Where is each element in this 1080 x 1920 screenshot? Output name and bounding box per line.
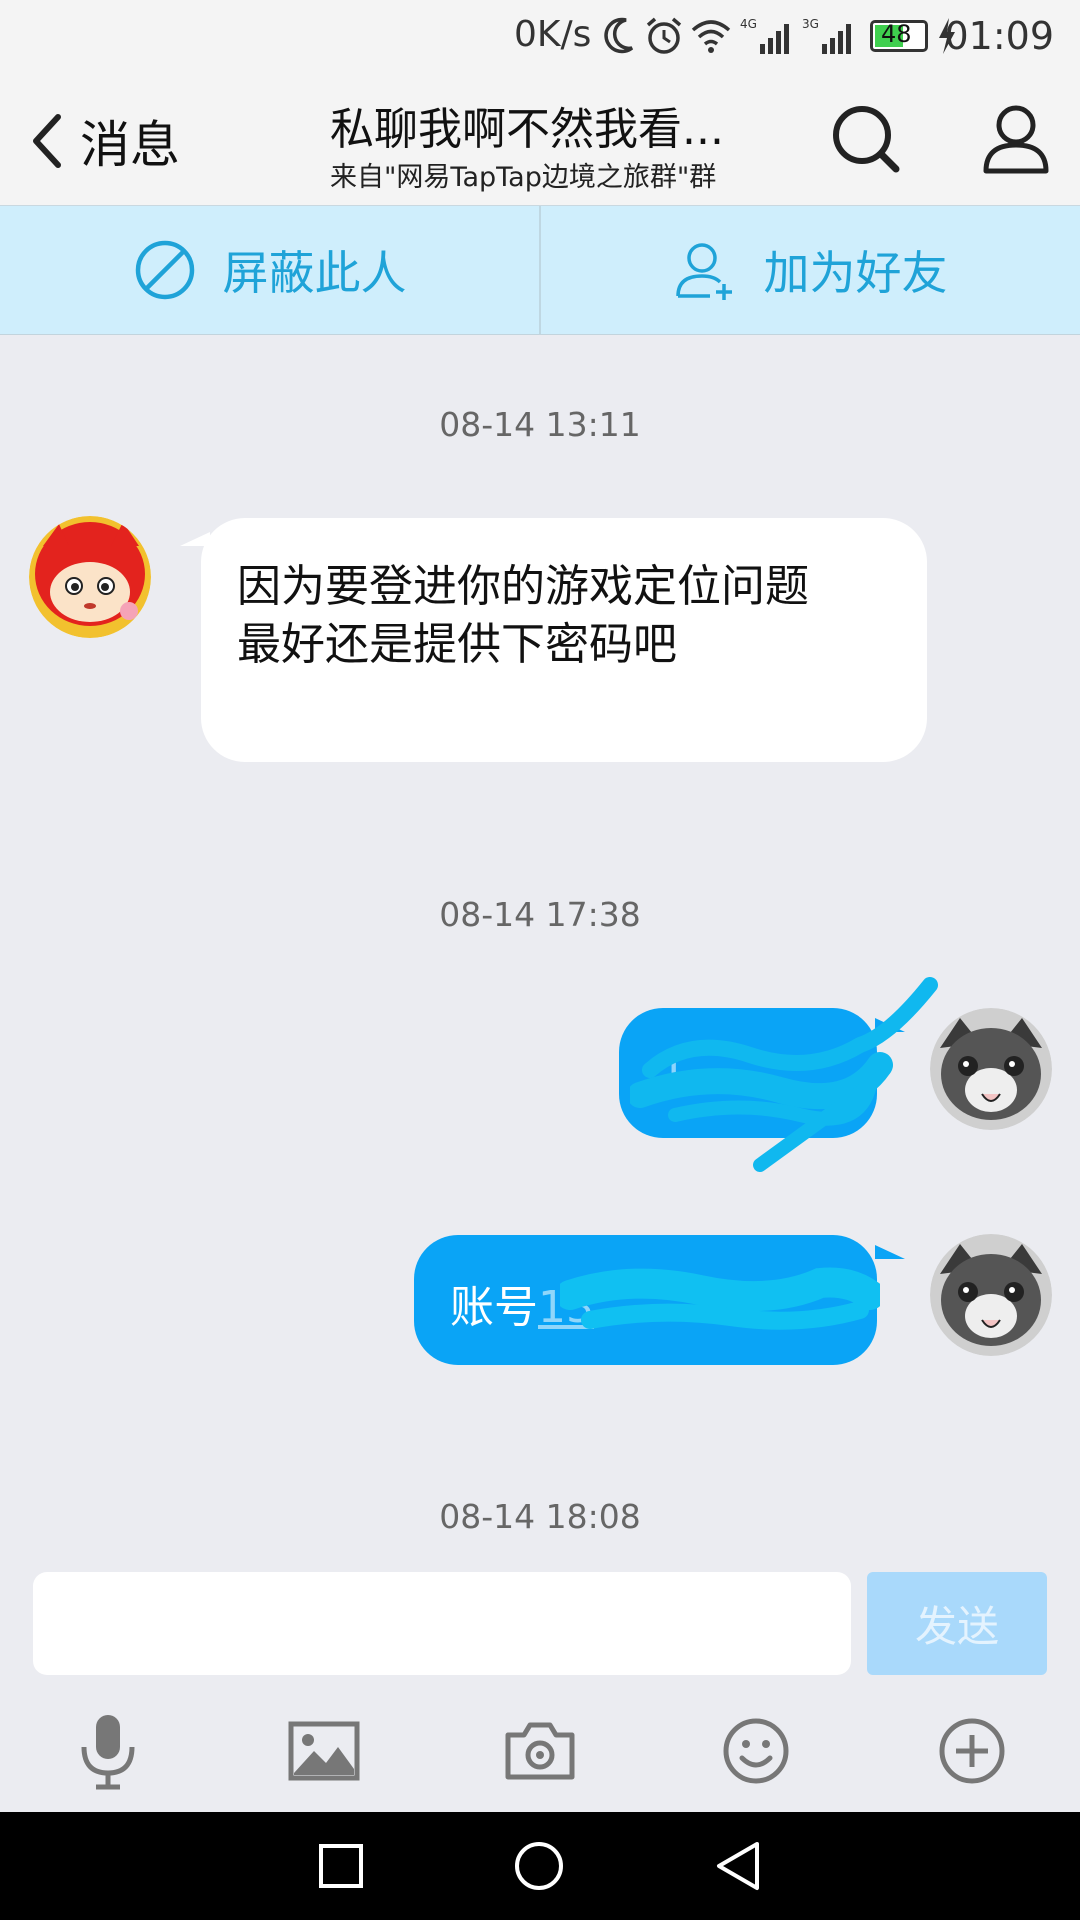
block-icon <box>135 240 194 300</box>
status-bar: 0K/s 4G 3G 48 01:09 <box>0 0 1080 75</box>
message-timestamp: 08-14 18:08 <box>439 1497 641 1536</box>
message-prefix: 账号 <box>450 1282 538 1333</box>
message-timestamp: 08-14 13:11 <box>439 405 641 444</box>
chat-title: 私聊我啊不然我看... <box>330 104 724 155</box>
title-bar: 消息 私聊我啊不然我看... 来自"网易TapTap边境之旅群"群 <box>0 75 1080 205</box>
camera-icon <box>505 1722 575 1780</box>
emoji-button[interactable] <box>648 1690 864 1812</box>
redaction-scribble <box>630 977 938 1172</box>
wifi-icon <box>691 20 731 53</box>
add-friend-icon <box>675 243 732 300</box>
redaction-scribble <box>560 1267 880 1330</box>
back-label: 消息 <box>80 116 180 174</box>
message-input[interactable] <box>33 1572 851 1675</box>
alarm-icon <box>646 17 682 54</box>
battery-level: 48 <box>881 20 912 48</box>
sender-avatar[interactable] <box>29 516 151 638</box>
clock: 01:09 <box>944 14 1054 58</box>
stranger-action-bar: 屏蔽此人 加为好友 <box>0 205 1080 335</box>
moon-icon <box>604 17 634 54</box>
signal-3g-icon: 3G <box>802 17 851 54</box>
plus-icon <box>939 1718 1005 1784</box>
block-user-label: 屏蔽此人 <box>222 246 407 300</box>
chevron-left-icon <box>33 114 61 168</box>
my-avatar[interactable] <box>930 1008 1052 1130</box>
profile-icon[interactable] <box>976 99 1056 179</box>
signal-4g-icon: 4G <box>740 17 789 54</box>
home-icon[interactable] <box>513 1840 565 1892</box>
search-icon[interactable] <box>826 99 906 179</box>
system-nav-bar <box>0 1812 1080 1920</box>
cartoon-avatar-icon <box>29 516 151 638</box>
add-friend-button[interactable]: 加为好友 <box>539 206 1080 334</box>
incoming-message-bubble[interactable]: 因为要登进你的游戏定位问题 最好还是提供下密码吧 <box>201 518 927 762</box>
cat-avatar-icon <box>930 1008 1052 1130</box>
back-nav-icon[interactable] <box>713 1840 763 1892</box>
battery-icon: 48 <box>870 20 928 52</box>
block-user-button[interactable]: 屏蔽此人 <box>0 206 539 334</box>
image-icon <box>288 1721 360 1781</box>
camera-button[interactable] <box>432 1690 648 1812</box>
compose-toolbar <box>0 1690 1080 1812</box>
recents-icon[interactable] <box>317 1842 365 1890</box>
cat-avatar-icon <box>930 1234 1052 1356</box>
my-avatar[interactable] <box>930 1234 1052 1356</box>
chat-subtitle: 来自"网易TapTap边境之旅群"群 <box>330 162 717 193</box>
svg-text:3G: 3G <box>802 17 819 31</box>
back-button[interactable]: 消息 <box>28 101 180 181</box>
compose-bar: 发送 <box>0 1560 1080 1680</box>
add-friend-label: 加为好友 <box>763 246 948 300</box>
net-speed: 0K/s <box>514 14 592 55</box>
emoji-icon <box>723 1718 789 1784</box>
more-button[interactable] <box>864 1690 1080 1812</box>
message-timestamp: 08-14 17:38 <box>439 895 641 934</box>
image-button[interactable] <box>216 1690 432 1812</box>
svg-text:4G: 4G <box>740 17 757 31</box>
send-button[interactable]: 发送 <box>867 1572 1047 1675</box>
mic-icon <box>81 1715 135 1790</box>
message-text: 因为要登进你的游戏定位问题 最好还是提供下密码吧 <box>237 561 809 670</box>
voice-button[interactable] <box>0 1690 216 1812</box>
